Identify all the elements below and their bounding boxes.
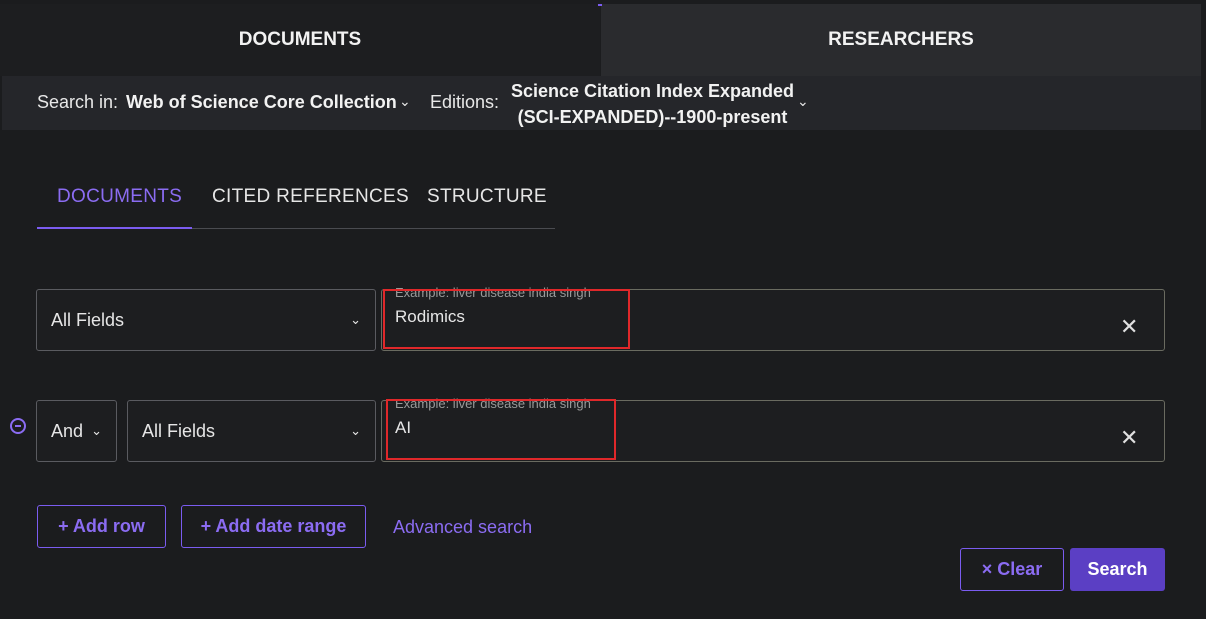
- chevron-down-icon: ⌄: [350, 423, 361, 438]
- minus-circle-icon[interactable]: [10, 418, 26, 434]
- close-icon[interactable]: ✕: [1120, 425, 1138, 451]
- add-row-button[interactable]: + Add row: [37, 505, 166, 548]
- close-icon[interactable]: ✕: [1120, 314, 1138, 340]
- add-row-label: + Add row: [58, 516, 145, 536]
- clear-label: × Clear: [981, 559, 1043, 579]
- active-tab-indicator: [37, 227, 192, 229]
- clear-button[interactable]: × Clear: [960, 548, 1064, 591]
- tab-accent-mark: [598, 4, 602, 6]
- chevron-down-icon[interactable]: ⌄: [399, 93, 411, 110]
- chevron-down-icon: ⌄: [91, 423, 102, 438]
- tab-documents-label: DOCUMENTS: [238, 29, 362, 50]
- tab-documents[interactable]: DOCUMENTS: [0, 4, 600, 76]
- field-select-row-1[interactable]: All Fields ⌄: [36, 289, 376, 351]
- collection-dropdown[interactable]: Web of Science Core Collection: [126, 92, 397, 113]
- tab-researchers[interactable]: RESEARCHERS: [601, 4, 1201, 76]
- field-select-value: All Fields: [142, 420, 216, 441]
- highlight-box: [383, 289, 630, 349]
- editions-label: Editions:: [430, 92, 500, 112]
- chevron-down-icon[interactable]: ⌄: [797, 93, 809, 110]
- chevron-down-icon: ⌄: [350, 312, 361, 327]
- search-button[interactable]: Search: [1070, 548, 1165, 591]
- operator-select[interactable]: And ⌄: [36, 400, 117, 462]
- add-date-range-button[interactable]: + Add date range: [181, 505, 366, 548]
- editions-line-2: (SCI-EXPANDED)--1900-present: [517, 107, 788, 127]
- field-select-row-2[interactable]: All Fields ⌄: [127, 400, 376, 462]
- highlight-box: [386, 399, 616, 460]
- tab-structure[interactable]: STRUCTURE: [427, 186, 547, 208]
- search-label: Search: [1087, 559, 1148, 579]
- add-date-range-label: + Add date range: [200, 516, 347, 536]
- tab-cited-references[interactable]: CITED REFERENCES: [212, 186, 409, 208]
- advanced-search-link[interactable]: Advanced search: [393, 517, 532, 538]
- tab-researchers-label: RESEARCHERS: [828, 29, 974, 50]
- tab-documents-search[interactable]: DOCUMENTS: [57, 186, 182, 208]
- search-in-label: Search in:: [37, 92, 119, 112]
- editions-line-1: Science Citation Index Expanded: [510, 81, 795, 101]
- editions-dropdown[interactable]: Science Citation Index Expanded (SCI-EXP…: [500, 78, 805, 130]
- field-select-value: All Fields: [51, 309, 125, 330]
- operator-value: And: [51, 420, 84, 441]
